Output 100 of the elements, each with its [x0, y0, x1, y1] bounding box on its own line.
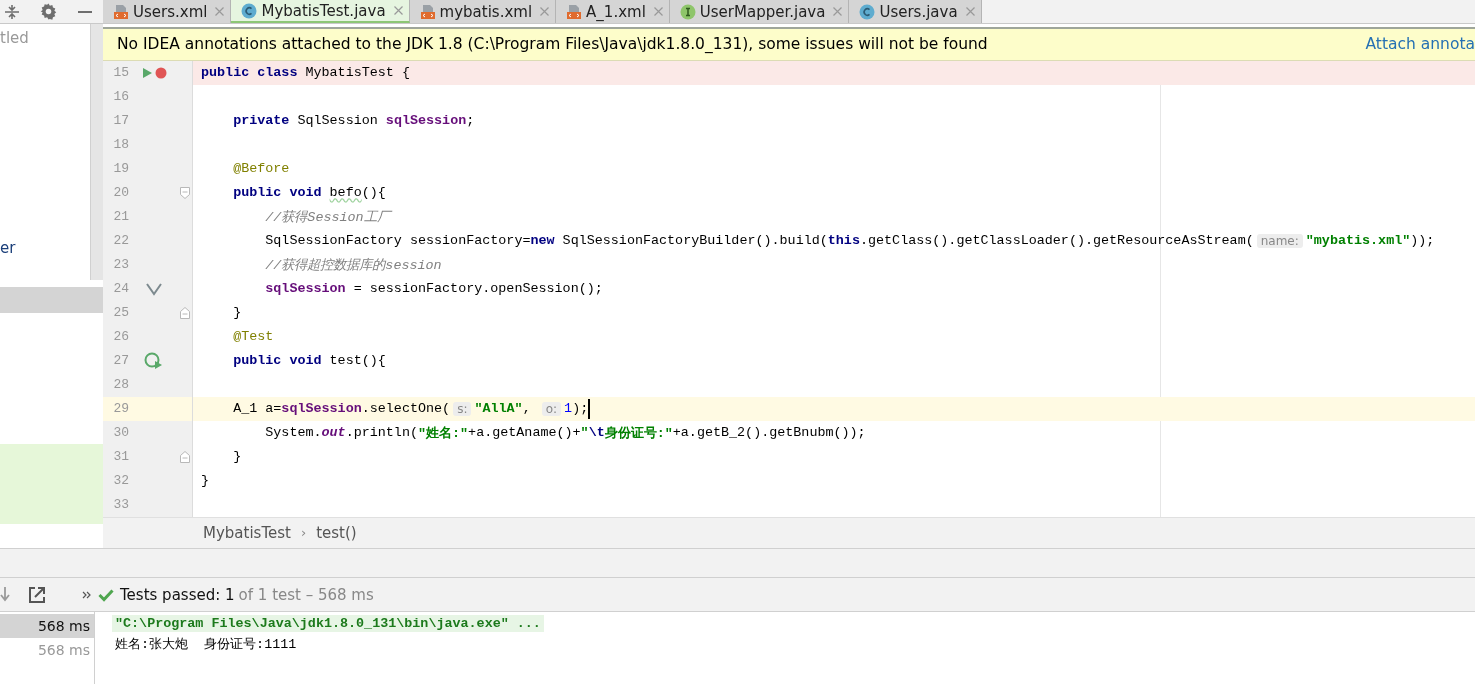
- test-duration[interactable]: 568 ms: [0, 614, 94, 638]
- fold-icon[interactable]: [180, 451, 190, 463]
- string-text: "mybatis.xml": [1305, 233, 1411, 249]
- code-text: }: [232, 449, 242, 465]
- breakpoint-icon[interactable]: [155, 67, 167, 79]
- line-number: 22: [112, 233, 129, 249]
- line-number: 23: [112, 257, 129, 273]
- fold-icon[interactable]: [180, 187, 190, 199]
- code-text: );: [572, 401, 589, 417]
- tree-item[interactable]: er: [0, 238, 16, 258]
- code-text: MybatisTest {: [304, 65, 410, 81]
- attach-link[interactable]: Attach annota: [1365, 35, 1475, 54]
- annotation-text: @Test: [232, 329, 274, 345]
- keyword-text: new: [530, 233, 555, 249]
- keyword-text: \t: [588, 425, 605, 441]
- code-text: SqlSessionFactory sessionFactory=: [264, 233, 531, 249]
- string-text: ": [580, 425, 589, 441]
- close-icon[interactable]: [540, 7, 550, 16]
- line-number: 31: [112, 449, 129, 465]
- line-number: 26: [112, 329, 129, 345]
- string-text: "AllA": [474, 401, 523, 417]
- breadcrumb[interactable]: MybatisTest: [203, 524, 291, 542]
- code-text: +a.getB_2().getBnubm());: [672, 425, 866, 441]
- banner-message: No IDEA annotations attached to the JDK 1.8 (C:\Program Files\Java\jdk1.8.0_131), some issues will not be found: [117, 35, 988, 54]
- check-icon: [98, 587, 114, 602]
- line-number: 21: [112, 209, 129, 225]
- editor-tab[interactable]: mybatis.xml: [409, 0, 557, 23]
- close-icon[interactable]: [215, 7, 225, 16]
- export-icon[interactable]: [28, 585, 46, 604]
- number-text: 1: [564, 401, 573, 417]
- class-icon: [241, 2, 258, 19]
- parameter-hint: name:: [1256, 234, 1303, 248]
- code-text: ;: [466, 113, 475, 129]
- keyword-text: private: [232, 113, 290, 129]
- editor-tab[interactable]: A_1.xml: [556, 0, 670, 23]
- close-icon[interactable]: [393, 6, 403, 15]
- scrollbar[interactable]: [90, 24, 103, 280]
- warning-text: befo: [329, 185, 362, 201]
- breadcrumb[interactable]: test(): [316, 524, 357, 542]
- field-text: sqlSession: [385, 113, 467, 129]
- annotation-text: @Before: [232, 161, 290, 177]
- run-icon[interactable]: [141, 67, 153, 79]
- code-text: System.: [264, 425, 322, 441]
- code-text: ));: [1410, 233, 1435, 249]
- line-number: 29: [112, 401, 129, 417]
- code-text: +a.getAname()+: [468, 425, 581, 441]
- editor-tab[interactable]: MybatisTest.java: [231, 0, 410, 23]
- line-number: 19: [112, 161, 129, 177]
- code-text: SqlSessionFactoryBuilder().build(: [561, 233, 828, 249]
- parameter-hint: o:: [541, 402, 562, 416]
- breadcrumb-separator: ›: [300, 525, 307, 541]
- summary-text: of 1 test – 568 ms: [238, 585, 374, 604]
- close-icon[interactable]: [833, 7, 843, 16]
- field-text: sqlSession: [281, 401, 362, 417]
- editor-tab[interactable]: Users.xml: [103, 0, 232, 23]
- line-number: 28: [112, 377, 129, 393]
- close-icon[interactable]: [653, 7, 663, 16]
- code-text: = sessionFactory.openSession();: [352, 281, 603, 297]
- console-command: "C:\Program Files\Java\jdk1.8.0_131\bin\java.exe" ...: [112, 615, 544, 632]
- line-number: 33: [112, 497, 129, 513]
- field-text: sqlSession: [264, 281, 346, 297]
- line-number: 25: [112, 305, 129, 321]
- close-icon[interactable]: [965, 7, 975, 16]
- interface-icon: [679, 3, 696, 20]
- line-number: 17: [112, 113, 129, 129]
- console-output: 姓名:张大炮 身份证号:1111: [114, 636, 298, 654]
- collapse-icon[interactable]: [4, 3, 20, 20]
- fold-icon[interactable]: [180, 307, 190, 319]
- code-text: .getClass().getClassLoader().getResourceAsStream(: [859, 233, 1254, 249]
- xml-file-icon: [113, 3, 129, 20]
- keyword-text: public class: [201, 65, 298, 81]
- line-number: 27: [112, 353, 129, 369]
- comment-text: //获得超控数据库的session: [264, 257, 442, 274]
- keyword-text: this: [827, 233, 860, 249]
- code-text: }: [201, 473, 210, 489]
- code-text: (){: [361, 185, 386, 201]
- status-text: Tests passed: 1: [120, 585, 235, 604]
- editor-tab[interactable]: Users.java: [849, 0, 982, 23]
- settings-icon[interactable]: [40, 3, 57, 20]
- code-text: .selectOne(: [361, 401, 451, 417]
- code-text: .println(: [345, 425, 418, 441]
- line-number: 20: [112, 185, 129, 201]
- keyword-text: public void: [232, 353, 322, 369]
- line-number: 32: [112, 473, 129, 489]
- line-number: 16: [112, 89, 129, 105]
- line-number: 24: [112, 281, 129, 297]
- code-text: SqlSession: [296, 113, 379, 129]
- code-text: }: [232, 305, 242, 321]
- field-text: out: [321, 425, 346, 441]
- editor-tab[interactable]: UserMapper.java: [669, 0, 850, 23]
- expand-icon[interactable]: [82, 589, 92, 600]
- xml-file-icon: [566, 3, 583, 20]
- check-icon[interactable]: [146, 282, 162, 296]
- string-text: 身份证号:": [604, 425, 673, 442]
- class-icon: [859, 3, 876, 20]
- code-text: A_1 a=: [232, 401, 282, 417]
- code-text: test(){: [328, 353, 386, 369]
- down-arrow-icon[interactable]: [0, 586, 10, 603]
- run-test-icon[interactable]: [144, 352, 164, 370]
- parameter-hint: s:: [453, 402, 472, 416]
